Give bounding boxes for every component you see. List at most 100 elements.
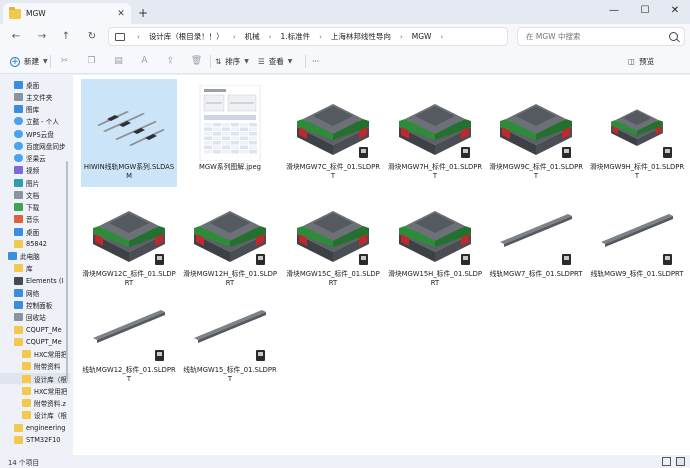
- folder-icon: [14, 435, 23, 444]
- file-tile[interactable]: 滑块MGW7C_标件_01.SLDPRT: [285, 79, 381, 187]
- sidebar-item-label: 百度网盘同步: [26, 142, 66, 151]
- file-view[interactable]: HIWIN线轨MGW系列.SLDASM MGW系列图解.jpeg 滑块MGW7C…: [73, 75, 690, 455]
- sidebar-item[interactable]: 主文件夹: [0, 91, 70, 102]
- new-button[interactable]: + 新建 ▼: [10, 54, 48, 69]
- breadcrumb-item[interactable]: 上海林邦线性导向: [331, 31, 391, 42]
- divider: [210, 55, 211, 68]
- navigation-pane[interactable]: 桌面 主文件夹 图库 立懿 - 个人 WPS云盘 百度网盘同步 坚果云 视频 图片 文档 下载 音乐桌…: [0, 75, 70, 455]
- sidebar-item[interactable]: CQUPT_Me: [0, 336, 70, 347]
- search-input[interactable]: [526, 32, 666, 41]
- sidebar-item[interactable]: 文档: [0, 189, 70, 200]
- file-tile[interactable]: 滑块MGW9H_标件_01.SLDPRT: [589, 79, 685, 187]
- file-name: 滑块MGW9C_标件_01.SLDPRT: [489, 163, 583, 180]
- rename-icon[interactable]: Ａ: [138, 55, 151, 68]
- folder-icon: [9, 6, 21, 19]
- chevron-right-icon[interactable]: ›: [233, 33, 236, 41]
- chevron-right-icon[interactable]: ›: [400, 33, 403, 41]
- more-button[interactable]: ···: [312, 54, 319, 69]
- file-tile[interactable]: 滑块MGW15C_标件_01.SLDPRT: [285, 186, 381, 294]
- sidebar-item[interactable]: 库: [0, 263, 70, 274]
- solidworks-file-icon: [256, 350, 265, 361]
- file-tile[interactable]: 滑块MGW12C_标件_01.SLDPRT: [81, 186, 177, 294]
- sidebar-item[interactable]: 音乐: [0, 214, 70, 225]
- breadcrumb-item[interactable]: 1.标准件: [280, 31, 310, 42]
- file-tile[interactable]: 滑块MGW12H_标件_01.SLDPRT: [182, 186, 278, 294]
- sidebar-item[interactable]: 百度网盘同步: [0, 140, 70, 151]
- sidebar-item[interactable]: HXC常用把: [0, 385, 70, 396]
- sidebar-item[interactable]: 设计库（根: [0, 410, 70, 421]
- close-window-button[interactable]: ✕: [665, 4, 685, 18]
- sidebar-item[interactable]: 图库: [0, 104, 70, 115]
- up-button[interactable]: ↑: [58, 29, 74, 45]
- item-count: 14 个项目: [8, 459, 40, 467]
- sidebar-item[interactable]: 下载: [0, 202, 70, 213]
- new-tab-button[interactable]: +: [136, 6, 150, 20]
- file-tile[interactable]: 滑块MGW9C_标件_01.SLDPRT: [488, 79, 584, 187]
- delete-icon[interactable]: 🗑: [190, 55, 203, 68]
- sidebar-item[interactable]: 图片: [0, 177, 70, 188]
- chevron-right-icon[interactable]: ›: [269, 33, 272, 41]
- plus-icon: +: [10, 56, 20, 67]
- tab-mgw[interactable]: MGW ✕: [3, 3, 131, 24]
- sidebar-item[interactable]: Elements (I: [0, 275, 70, 286]
- sidebar-item[interactable]: HXC常用把: [0, 349, 70, 360]
- file-tile[interactable]: 滑块MGW7H_标件_01.SLDPRT: [387, 79, 483, 187]
- details-view-icon[interactable]: [662, 457, 671, 466]
- file-tile[interactable]: HIWIN线轨MGW系列.SLDASM: [81, 79, 177, 187]
- sidebar-item[interactable]: 坚果云: [0, 153, 70, 164]
- copy-icon[interactable]: ❐: [85, 55, 98, 68]
- search-icon[interactable]: [669, 32, 678, 41]
- sidebar-item[interactable]: 网络: [0, 287, 70, 298]
- sidebar-item-label: 图片: [26, 179, 40, 188]
- sidebar-item[interactable]: 附带资料: [0, 361, 70, 372]
- back-button[interactable]: ←: [8, 29, 24, 45]
- breadcrumb-item[interactable]: 设计库（根目录！！）: [149, 31, 224, 42]
- sidebar-item[interactable]: engineering: [0, 422, 70, 433]
- file-tile[interactable]: MGW系列图解.jpeg: [182, 79, 278, 187]
- sort-button[interactable]: ⇅ 排序 ▼: [215, 54, 249, 69]
- minimize-button[interactable]: —: [604, 4, 624, 18]
- sidebar-item[interactable]: 85842: [0, 238, 70, 249]
- scrollbar[interactable]: [66, 161, 68, 381]
- sidebar-item-label: WPS云盘: [26, 130, 54, 139]
- file-tile[interactable]: 线轨MGW15_标件_01.SLDPRT: [182, 282, 278, 390]
- sidebar-item[interactable]: 立懿 - 个人: [0, 116, 70, 127]
- breadcrumb[interactable]: › 设计库（根目录！！） › 机械 › 1.标准件 › 上海林邦线性导向 › M…: [108, 27, 508, 46]
- sidebar-item[interactable]: WPS云盘: [0, 128, 70, 139]
- sidebar-item[interactable]: STM32F10: [0, 434, 70, 445]
- sidebar-item[interactable]: 此电脑: [0, 251, 70, 262]
- chevron-right-icon[interactable]: ›: [137, 33, 140, 41]
- file-tile[interactable]: 滑块MGW15H_标件_01.SLDPRT: [387, 186, 483, 294]
- sidebar-item[interactable]: 设计库（根: [0, 373, 70, 384]
- search-box[interactable]: [517, 27, 685, 46]
- file-tile[interactable]: 线轨MGW12_标件_01.SLDPRT: [81, 282, 177, 390]
- sidebar-item[interactable]: 桌面: [0, 226, 70, 237]
- breadcrumb-item[interactable]: 机械: [245, 31, 260, 42]
- preview-button[interactable]: ◫ 预览: [628, 54, 654, 69]
- solidworks-file-icon: [461, 147, 470, 158]
- sidebar-item[interactable]: 控制面板: [0, 300, 70, 311]
- sidebar-item[interactable]: CQUPT_Me: [0, 324, 70, 335]
- close-tab-icon[interactable]: ✕: [114, 7, 128, 21]
- control-panel-icon: [14, 301, 23, 309]
- paste-icon[interactable]: ▤: [112, 55, 125, 68]
- share-icon[interactable]: ⇪: [164, 55, 177, 68]
- file-tile[interactable]: 线轨MGW9_标件_01.SLDPRT: [589, 186, 685, 294]
- chevron-right-icon[interactable]: ›: [319, 33, 322, 41]
- sidebar-item-label: STM32F10: [26, 435, 61, 444]
- view-button[interactable]: ☰ 查看 ▼: [258, 54, 292, 69]
- cut-icon[interactable]: ✂: [58, 55, 71, 68]
- maximize-button[interactable]: ☐: [635, 4, 655, 18]
- sidebar-item-label: Elements (I: [26, 276, 64, 285]
- sidebar-item[interactable]: 回收站: [0, 312, 70, 323]
- sidebar-item[interactable]: 附带资料.z: [0, 398, 70, 409]
- file-tile[interactable]: 线轨MGW7_标件_01.SLDPRT: [488, 186, 584, 294]
- breadcrumb-item[interactable]: MGW: [412, 32, 432, 41]
- forward-button[interactable]: →: [34, 29, 50, 45]
- sidebar-item[interactable]: 视频: [0, 165, 70, 176]
- chevron-right-icon[interactable]: ›: [440, 33, 443, 41]
- tiles-view-icon[interactable]: [676, 457, 685, 466]
- sidebar-item[interactable]: 桌面: [0, 79, 70, 90]
- refresh-button[interactable]: ↻: [84, 29, 100, 45]
- sidebar-item-label: HXC常用把: [34, 351, 68, 359]
